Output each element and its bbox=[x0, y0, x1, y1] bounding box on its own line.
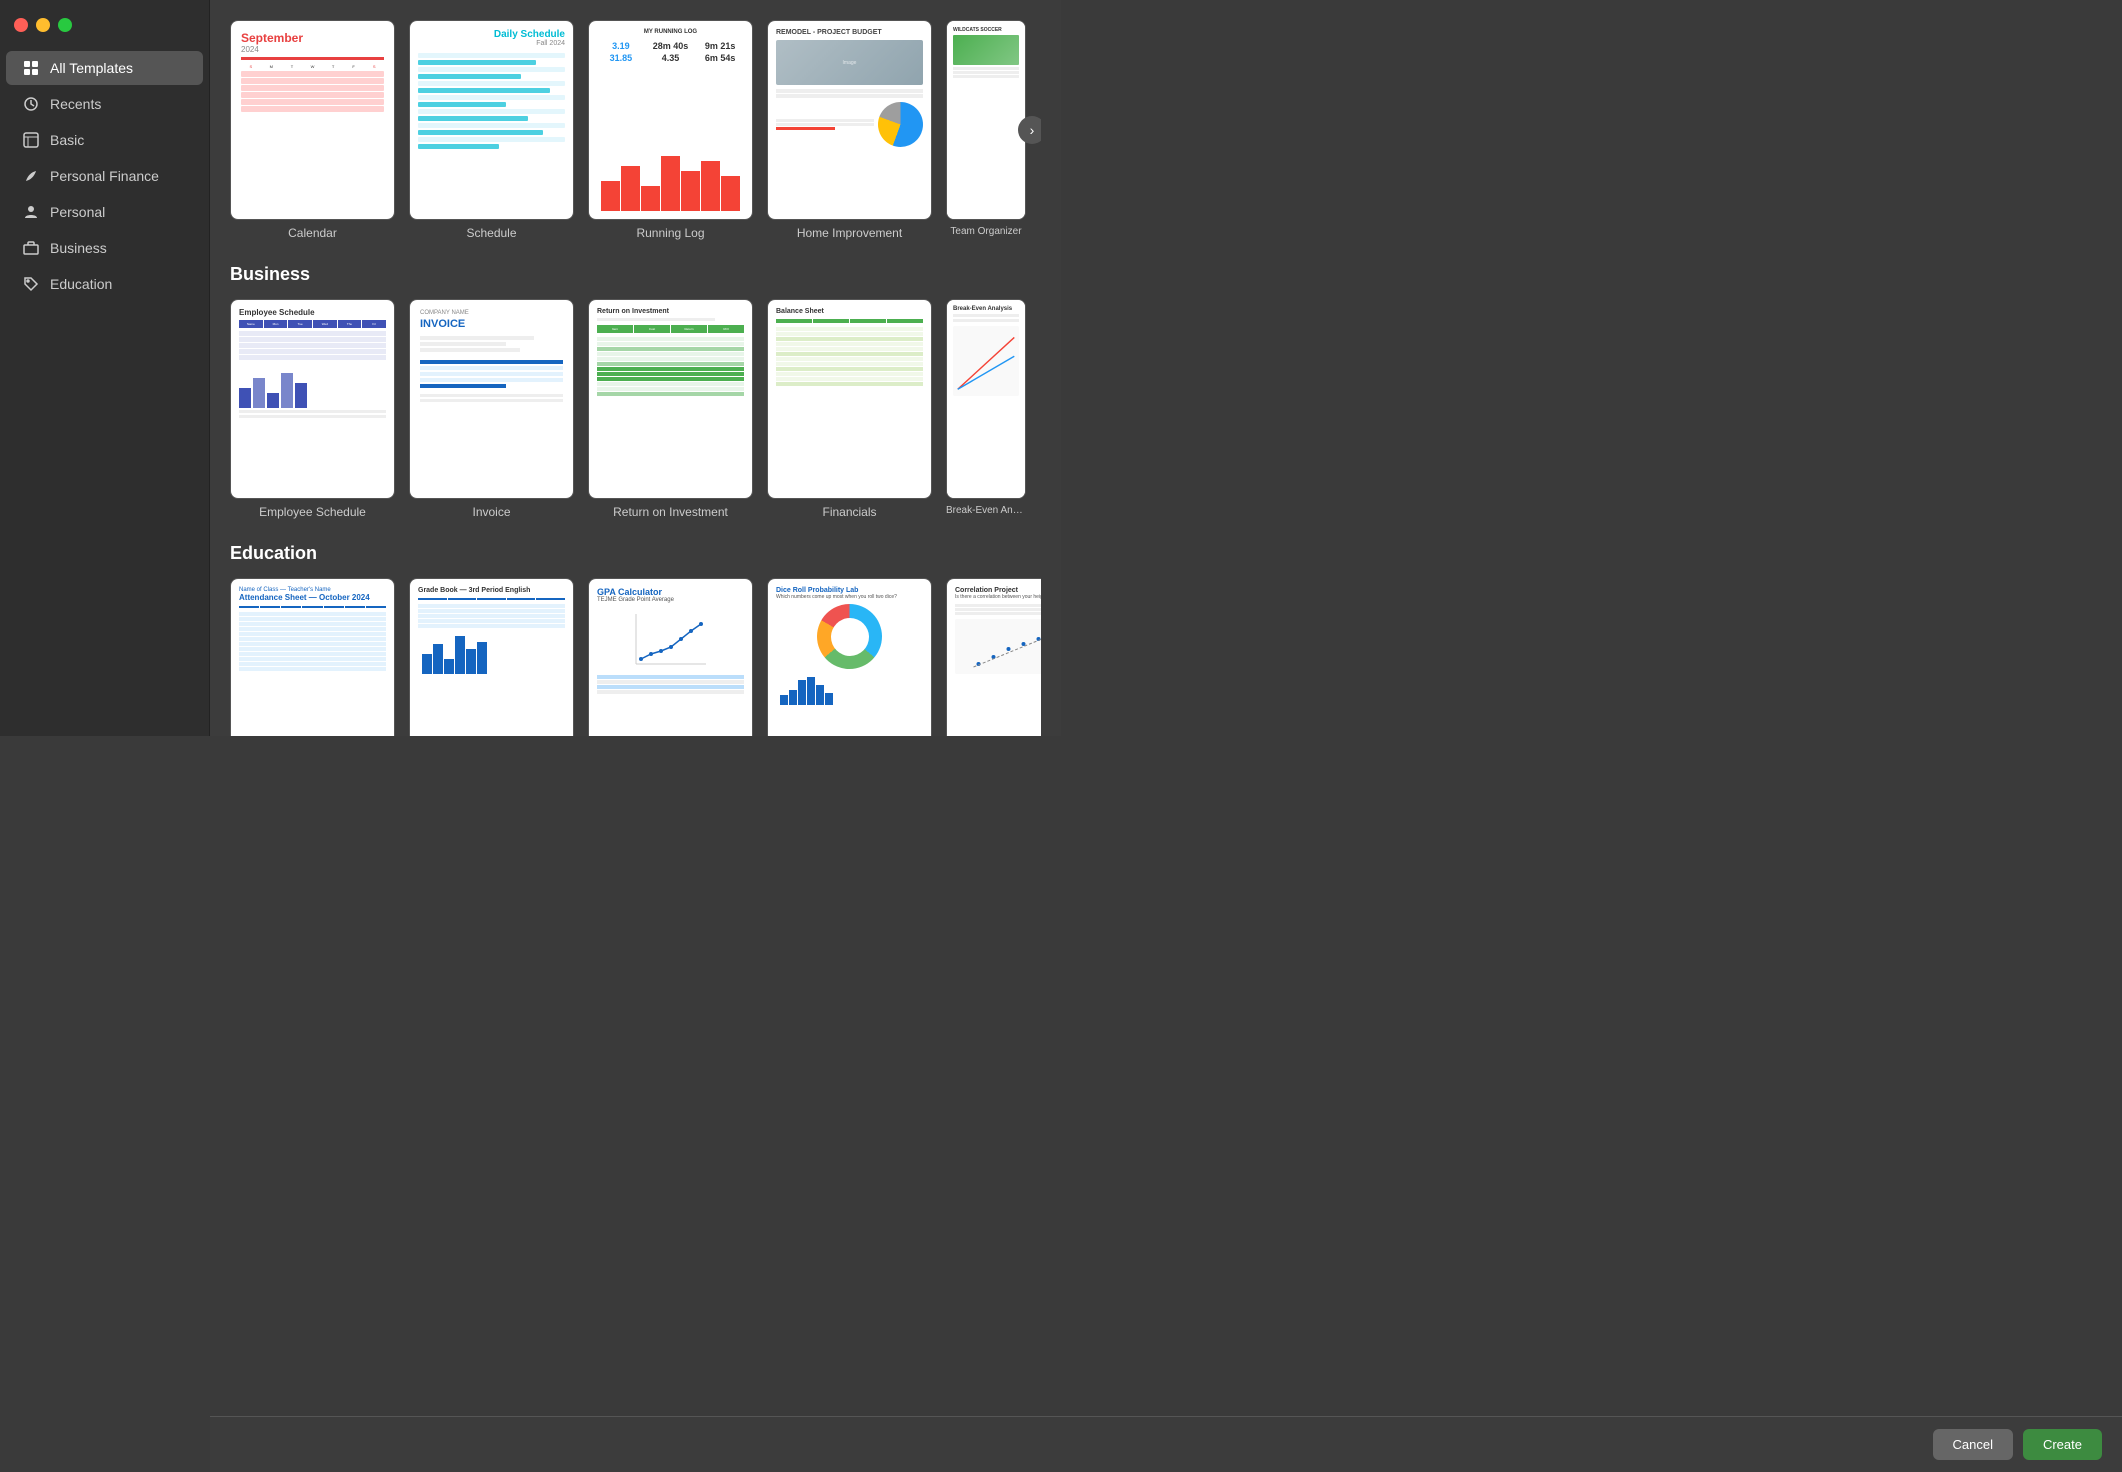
template-label-employee-schedule: Employee Schedule bbox=[259, 505, 366, 519]
template-card-employee-schedule[interactable]: Employee Schedule Name Mon Tue Wed Thu F… bbox=[230, 299, 395, 519]
briefcase-icon bbox=[22, 239, 40, 257]
template-card-attendance-sheet[interactable]: Name of Class — Teacher's Name Attendanc… bbox=[230, 578, 395, 736]
sidebar-item-label: Recents bbox=[50, 96, 101, 112]
top-section: September 2024 S M T W T F S bbox=[230, 20, 1041, 240]
top-template-row: September 2024 S M T W T F S bbox=[230, 20, 1041, 240]
template-card-calendar[interactable]: September 2024 S M T W T F S bbox=[230, 20, 395, 240]
template-thumb-gpa-calculator[interactable]: GPA Calculator TEJME Grade Point Average bbox=[588, 578, 753, 736]
sidebar-item-business[interactable]: Business bbox=[6, 231, 203, 265]
business-section: Business Employee Schedule Name Mon Tue … bbox=[230, 264, 1041, 519]
sidebar-item-personal[interactable]: Personal bbox=[6, 195, 203, 229]
sidebar-item-basic[interactable]: Basic bbox=[6, 123, 203, 157]
tag-icon bbox=[22, 275, 40, 293]
sidebar-item-education[interactable]: Education bbox=[6, 267, 203, 301]
template-label-calendar: Calendar bbox=[288, 226, 337, 240]
create-button[interactable]: Create bbox=[2023, 1429, 2102, 1460]
template-card-running-log[interactable]: MY RUNNING LOG 3.19 28m 40s 9m 21s 31.85… bbox=[588, 20, 753, 240]
sidebar-item-label: Education bbox=[50, 276, 112, 292]
template-thumb-employee-schedule[interactable]: Employee Schedule Name Mon Tue Wed Thu F… bbox=[230, 299, 395, 499]
template-card-financials[interactable]: Balance Sheet bbox=[767, 299, 932, 519]
template-label-financials: Financials bbox=[822, 505, 876, 519]
template-card-gpa-calculator[interactable]: GPA Calculator TEJME Grade Point Average bbox=[588, 578, 753, 736]
template-card-invoice[interactable]: COMPANY NAME INVOICE bbox=[409, 299, 574, 519]
template-label-running-log: Running Log bbox=[636, 226, 704, 240]
template-thumb-calendar[interactable]: September 2024 S M T W T F S bbox=[230, 20, 395, 220]
sidebar-item-label: Basic bbox=[50, 132, 84, 148]
template-card-team-organizer[interactable]: WILDCATS SOCCER Team Organizer bbox=[946, 20, 1026, 240]
scroll-right-button[interactable]: › bbox=[1018, 116, 1041, 144]
main-content: September 2024 S M T W T F S bbox=[210, 0, 1061, 736]
sidebar-item-label: Business bbox=[50, 240, 107, 256]
education-section-title: Education bbox=[230, 543, 1041, 564]
template-label-home-improvement: Home Improvement bbox=[797, 226, 902, 240]
template-label-invoice: Invoice bbox=[472, 505, 510, 519]
sidebar-item-all-templates[interactable]: All Templates bbox=[6, 51, 203, 85]
sidebar: All Templates Recents Basic Personal Fin… bbox=[0, 0, 210, 736]
template-thumb-grade-book[interactable]: Grade Book — 3rd Period English bbox=[409, 578, 574, 736]
grid-icon bbox=[22, 59, 40, 77]
template-card-correlation-project[interactable]: Correlation Project Is there a correlati… bbox=[946, 578, 1041, 736]
template-card-schedule[interactable]: Daily Schedule Fall 2024 bbox=[409, 20, 574, 240]
sidebar-item-personal-finance[interactable]: Personal Finance bbox=[6, 159, 203, 193]
template-thumb-roi[interactable]: Return on Investment Item Cost Return RO… bbox=[588, 299, 753, 499]
template-card-dice-roll[interactable]: Dice Roll Probability Lab Which numbers … bbox=[767, 578, 932, 736]
education-section: Education Name of Class — Teacher's Name… bbox=[230, 543, 1041, 736]
minimize-button[interactable] bbox=[36, 18, 50, 32]
template-thumb-break-even[interactable]: Break-Even Analysis bbox=[946, 299, 1026, 499]
sidebar-item-recents[interactable]: Recents bbox=[6, 87, 203, 121]
template-label-roi: Return on Investment bbox=[613, 505, 728, 519]
sidebar-item-label: All Templates bbox=[50, 60, 133, 76]
template-label-break-even: Break-Even Analysis bbox=[946, 505, 1026, 516]
bottom-bar: Cancel Create bbox=[210, 1416, 2122, 1472]
sidebar-item-label: Personal bbox=[50, 204, 105, 220]
template-label-team-organizer: Team Organizer bbox=[950, 226, 1021, 237]
template-card-grade-book[interactable]: Grade Book — 3rd Period English bbox=[409, 578, 574, 736]
leaf-icon bbox=[22, 167, 40, 185]
template-thumb-running-log[interactable]: MY RUNNING LOG 3.19 28m 40s 9m 21s 31.85… bbox=[588, 20, 753, 220]
template-label-schedule: Schedule bbox=[466, 226, 516, 240]
template-thumb-correlation-project[interactable]: Correlation Project Is there a correlati… bbox=[946, 578, 1041, 736]
template-thumb-financials[interactable]: Balance Sheet bbox=[767, 299, 932, 499]
business-section-title: Business bbox=[230, 264, 1041, 285]
clock-icon bbox=[22, 95, 40, 113]
template-thumb-invoice[interactable]: COMPANY NAME INVOICE bbox=[409, 299, 574, 499]
template-thumb-attendance-sheet[interactable]: Name of Class — Teacher's Name Attendanc… bbox=[230, 578, 395, 736]
sidebar-item-label: Personal Finance bbox=[50, 168, 159, 184]
traffic-lights bbox=[14, 18, 72, 32]
template-card-home-improvement[interactable]: REMODEL - PROJECT BUDGET Image bbox=[767, 20, 932, 240]
template-thumb-home-improvement[interactable]: REMODEL - PROJECT BUDGET Image bbox=[767, 20, 932, 220]
table-icon bbox=[22, 131, 40, 149]
business-template-row: Employee Schedule Name Mon Tue Wed Thu F… bbox=[230, 299, 1041, 519]
education-template-row: Name of Class — Teacher's Name Attendanc… bbox=[230, 578, 1041, 736]
cancel-button[interactable]: Cancel bbox=[1933, 1429, 2013, 1460]
close-button[interactable] bbox=[14, 18, 28, 32]
template-thumb-dice-roll[interactable]: Dice Roll Probability Lab Which numbers … bbox=[767, 578, 932, 736]
template-thumb-schedule[interactable]: Daily Schedule Fall 2024 bbox=[409, 20, 574, 220]
template-card-break-even[interactable]: Break-Even Analysis Break-Even Analysis bbox=[946, 299, 1026, 519]
template-thumb-team-organizer[interactable]: WILDCATS SOCCER bbox=[946, 20, 1026, 220]
maximize-button[interactable] bbox=[58, 18, 72, 32]
person-icon bbox=[22, 203, 40, 221]
template-card-roi[interactable]: Return on Investment Item Cost Return RO… bbox=[588, 299, 753, 519]
